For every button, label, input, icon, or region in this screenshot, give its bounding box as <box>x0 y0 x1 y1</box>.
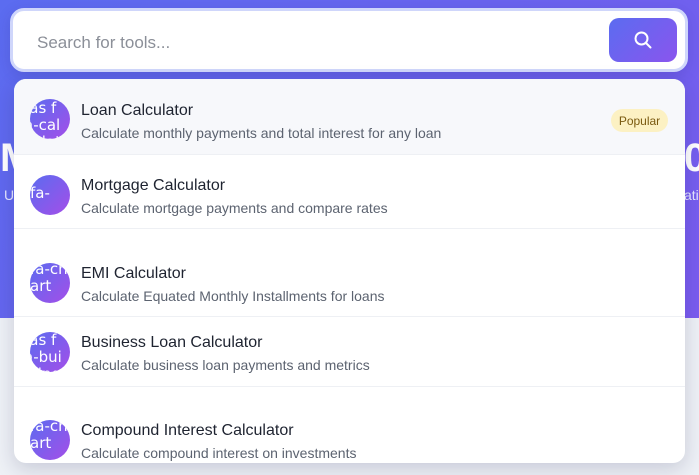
result-description: Calculate monthly payments and total int… <box>81 125 442 141</box>
hero-subtitle-right-fragment: ati <box>684 187 699 203</box>
result-item-business-loan-calculator[interactable]: fas fa-building Business Loan Calculator… <box>14 317 685 387</box>
search-input[interactable] <box>37 29 597 57</box>
hero-subtitle-left-fragment: U <box>4 187 14 203</box>
search-button[interactable] <box>609 18 677 62</box>
result-description: Calculate business loan payments and met… <box>81 357 370 373</box>
hero-title-left-fragment: M <box>0 138 14 178</box>
result-title: Loan Calculator <box>81 102 194 119</box>
chart-icon: fa-chart <box>30 420 70 460</box>
result-item-compound-interest-calculator[interactable]: fa-chart Compound Interest Calculator Ca… <box>14 387 685 463</box>
result-description: Calculate mortgage payments and compare … <box>81 200 388 216</box>
result-item-mortgage-calculator[interactable]: fa- Mortgage Calculator Calculate mortga… <box>14 155 685 229</box>
home-icon: fa- <box>30 175 70 215</box>
result-description: Calculate Equated Monthly Installments f… <box>81 288 385 304</box>
result-description: Calculate compound interest on investmen… <box>81 445 357 461</box>
result-title: Business Loan Calculator <box>81 334 263 351</box>
search-icon <box>634 31 652 49</box>
hero-title-right-fragment: 0 <box>684 138 699 178</box>
result-title: EMI Calculator <box>81 265 186 282</box>
chart-icon: fa-chart <box>30 263 70 303</box>
result-title: Compound Interest Calculator <box>81 422 294 439</box>
popular-badge: Popular <box>611 109 668 132</box>
result-title: Mortgage Calculator <box>81 177 226 194</box>
search-bar <box>10 8 688 72</box>
result-item-loan-calculator[interactable]: fas fa-calculator Loan Calculator Calcul… <box>14 79 685 155</box>
search-results-dropdown: fas fa-calculator Loan Calculator Calcul… <box>14 79 685 463</box>
building-icon: fas fa-building <box>30 332 70 372</box>
calculator-icon: fas fa-calculator <box>30 99 70 139</box>
result-item-emi-calculator[interactable]: fa-chart EMI Calculator Calculate Equate… <box>14 229 685 317</box>
